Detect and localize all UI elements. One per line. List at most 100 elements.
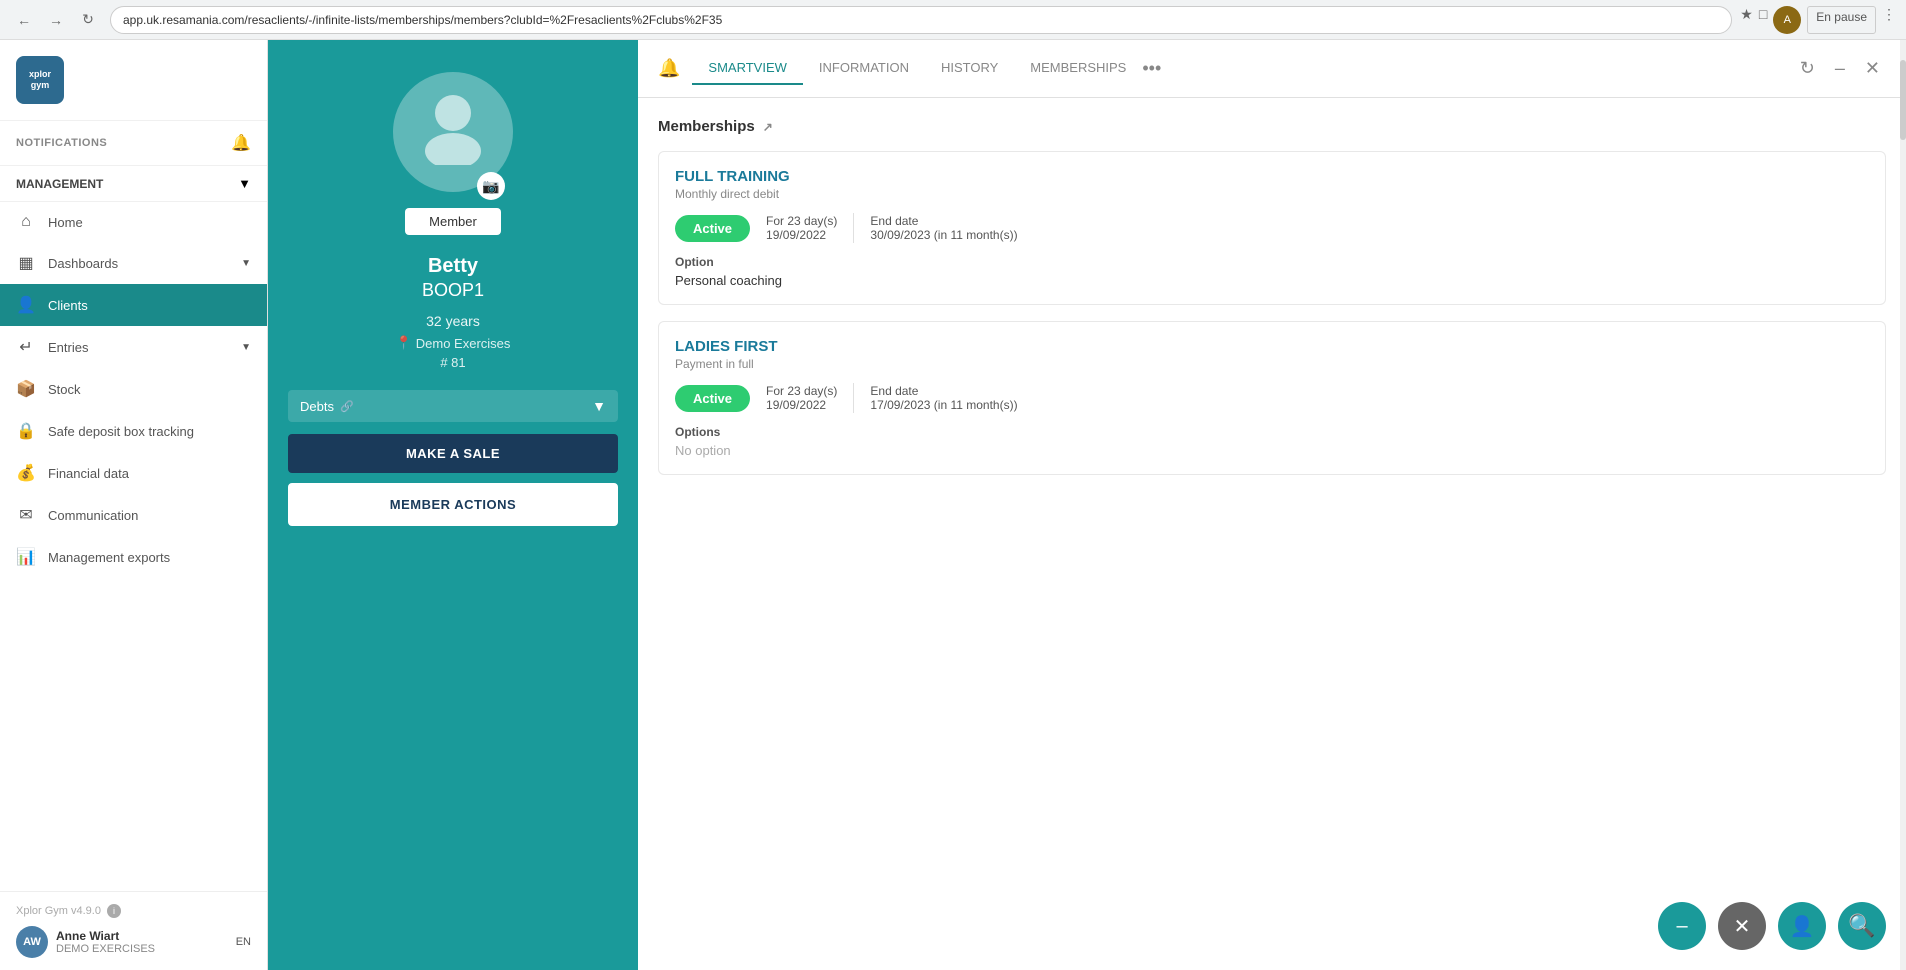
dashboards-icon: ▦ bbox=[16, 253, 36, 273]
end-date-label: End date bbox=[870, 384, 1017, 398]
sidebar-logo: xplorgym bbox=[0, 40, 267, 121]
membership-name: FULL TRAINING bbox=[675, 168, 1869, 185]
debts-link-icon: 🔗 bbox=[340, 400, 354, 413]
user-initials: AW bbox=[23, 936, 41, 948]
debts-row[interactable]: Debts 🔗 ▼ bbox=[288, 390, 618, 422]
smartview-panel: 🔔 SMARTVIEW INFORMATION HISTORY MEMBERSH… bbox=[638, 40, 1906, 970]
option-section: Options No option bbox=[675, 425, 1869, 458]
address-bar[interactable]: app.uk.resamania.com/resaclients/-/infin… bbox=[110, 6, 1732, 34]
language-badge[interactable]: EN bbox=[236, 936, 251, 948]
sidebar-item-clients-label: Clients bbox=[48, 298, 88, 313]
bookmark-icon[interactable]: ★ bbox=[1740, 6, 1753, 34]
tab-history[interactable]: HISTORY bbox=[925, 52, 1014, 85]
member-location-text: Demo Exercises bbox=[416, 336, 511, 351]
sidebar-item-dashboards[interactable]: ▦ Dashboards ▼ bbox=[0, 242, 267, 284]
forward-button[interactable]: → bbox=[42, 6, 70, 34]
main-content: Clients CLIENTS GUARANTEE REFERRALS PACK… bbox=[268, 40, 1906, 970]
management-label: MANAGEMENT bbox=[16, 177, 103, 191]
smartview-header: 🔔 SMARTVIEW INFORMATION HISTORY MEMBERSH… bbox=[638, 40, 1906, 98]
debts-dropdown-icon[interactable]: ▼ bbox=[592, 398, 606, 414]
member-location: 📍 Demo Exercises bbox=[396, 335, 511, 351]
management-chevron-icon: ▼ bbox=[238, 176, 251, 191]
membership-subtitle: Payment in full bbox=[675, 357, 1869, 371]
sidebar-item-communication-label: Communication bbox=[48, 508, 138, 523]
more-tabs-button[interactable]: ••• bbox=[1142, 58, 1161, 79]
user-avatar: AW bbox=[16, 926, 48, 958]
management-exports-icon: 📊 bbox=[16, 547, 36, 567]
member-first-name: Betty bbox=[428, 255, 478, 278]
browser-chrome: ← → ↻ app.uk.resamania.com/resaclients/-… bbox=[0, 0, 1906, 40]
sidebar-item-entries[interactable]: ↵ Entries ▼ bbox=[0, 326, 267, 368]
member-age: 32 years bbox=[426, 313, 480, 329]
notifications-section[interactable]: NOTIFICATIONS 🔔 bbox=[0, 121, 267, 166]
minimize-button[interactable]: – bbox=[1829, 56, 1851, 81]
close-button[interactable]: ✕ bbox=[1859, 56, 1886, 81]
member-id: # 81 bbox=[440, 355, 465, 370]
floating-actions: – ✕ 👤 🔍 bbox=[1658, 902, 1886, 950]
debts-text: Debts bbox=[300, 399, 334, 414]
membership-end-date: End date 17/09/2023 (in 11 month(s)) bbox=[870, 384, 1017, 412]
entries-arrow-icon: ▼ bbox=[241, 342, 251, 353]
membership-status-row: Active For 23 day(s) 19/09/2022 End date… bbox=[675, 383, 1869, 413]
member-last-name: BOOP1 bbox=[422, 280, 484, 301]
notifications-label: NOTIFICATIONS bbox=[16, 137, 107, 149]
sidebar-item-clients[interactable]: 👤 Clients bbox=[0, 284, 267, 326]
sidebar-item-stock[interactable]: 📦 Stock bbox=[0, 368, 267, 410]
option-value: Personal coaching bbox=[675, 273, 1869, 288]
sidebar-item-dashboards-label: Dashboards bbox=[48, 256, 118, 271]
avatar-wrapper: 📷 bbox=[393, 72, 513, 208]
pause-btn[interactable]: En pause bbox=[1807, 6, 1876, 34]
dashboards-arrow-icon: ▼ bbox=[241, 258, 251, 269]
minimize-floating-button[interactable]: – bbox=[1658, 902, 1706, 950]
scrollbar-thumb[interactable] bbox=[1900, 60, 1906, 140]
smartview-header-left: 🔔 SMARTVIEW INFORMATION HISTORY MEMBERSH… bbox=[658, 52, 1161, 85]
smartview-body: Memberships ↗ FULL TRAINING Monthly dire… bbox=[638, 98, 1906, 970]
extensions-icon[interactable]: □ bbox=[1759, 6, 1767, 34]
smartview-tabs: SMARTVIEW INFORMATION HISTORY MEMBERSHIP… bbox=[692, 52, 1161, 85]
back-button[interactable]: ← bbox=[10, 6, 38, 34]
entries-icon: ↵ bbox=[16, 337, 36, 357]
membership-card-ladies-first: LADIES FIRST Payment in full Active For … bbox=[658, 321, 1886, 475]
make-sale-button[interactable]: MAKE A SALE bbox=[288, 434, 618, 473]
member-actions-button[interactable]: MEMBER ACTIONS bbox=[288, 483, 618, 526]
logo-text: xplorgym bbox=[29, 69, 51, 91]
external-link-icon[interactable]: ↗ bbox=[763, 120, 773, 134]
membership-subtitle: Monthly direct debit bbox=[675, 187, 1869, 201]
sidebar-item-home[interactable]: ⌂ Home bbox=[0, 202, 267, 242]
member-badge: Member bbox=[405, 208, 501, 235]
option-label: Options bbox=[675, 425, 1869, 439]
panel-controls: ↻ – ✕ bbox=[1794, 56, 1886, 81]
financial-icon: 💰 bbox=[16, 463, 36, 483]
member-panel: 📷 Member Betty BOOP1 32 years 📍 Demo Exe… bbox=[268, 40, 638, 970]
refresh-button[interactable]: ↻ bbox=[1794, 56, 1821, 81]
communication-icon: ✉ bbox=[16, 505, 36, 525]
sidebar-item-stock-label: Stock bbox=[48, 382, 81, 397]
duration-label: For 23 day(s) bbox=[766, 214, 837, 228]
clients-icon: 👤 bbox=[16, 295, 36, 315]
url-text: app.uk.resamania.com/resaclients/-/infin… bbox=[123, 13, 722, 27]
menu-icon[interactable]: ⋮ bbox=[1882, 6, 1896, 34]
bell-icon[interactable]: 🔔 bbox=[231, 133, 251, 153]
sidebar-item-communication[interactable]: ✉ Communication bbox=[0, 494, 267, 536]
person-floating-button[interactable]: 👤 bbox=[1778, 902, 1826, 950]
browser-profile[interactable]: A bbox=[1773, 6, 1801, 34]
sidebar-item-safe-deposit[interactable]: 🔒 Safe deposit box tracking bbox=[0, 410, 267, 452]
camera-button[interactable]: 📷 bbox=[477, 172, 505, 200]
search-floating-button[interactable]: 🔍 bbox=[1838, 902, 1886, 950]
sidebar-item-financial[interactable]: 💰 Financial data bbox=[0, 452, 267, 494]
user-info: AW Anne Wiart DEMO EXERCISES EN bbox=[16, 926, 251, 958]
sidebar-item-management-exports-label: Management exports bbox=[48, 550, 170, 565]
sidebar-item-management-exports[interactable]: 📊 Management exports bbox=[0, 536, 267, 578]
management-section[interactable]: MANAGEMENT ▼ bbox=[0, 166, 267, 202]
reload-button[interactable]: ↻ bbox=[74, 6, 102, 34]
membership-duration: For 23 day(s) 19/09/2022 bbox=[766, 214, 837, 242]
tab-information[interactable]: INFORMATION bbox=[803, 52, 925, 85]
bell-icon[interactable]: 🔔 bbox=[658, 58, 680, 79]
tab-memberships[interactable]: MEMBERSHIPS bbox=[1014, 52, 1142, 85]
app-layout: xplorgym NOTIFICATIONS 🔔 MANAGEMENT ▼ ⌂ … bbox=[0, 40, 1906, 970]
close-floating-button[interactable]: ✕ bbox=[1718, 902, 1766, 950]
tab-smartview[interactable]: SMARTVIEW bbox=[692, 52, 803, 85]
scrollbar[interactable] bbox=[1900, 40, 1906, 970]
version-text: Xplor Gym v4.9.0 bbox=[16, 905, 101, 917]
option-label: Option bbox=[675, 255, 1869, 269]
